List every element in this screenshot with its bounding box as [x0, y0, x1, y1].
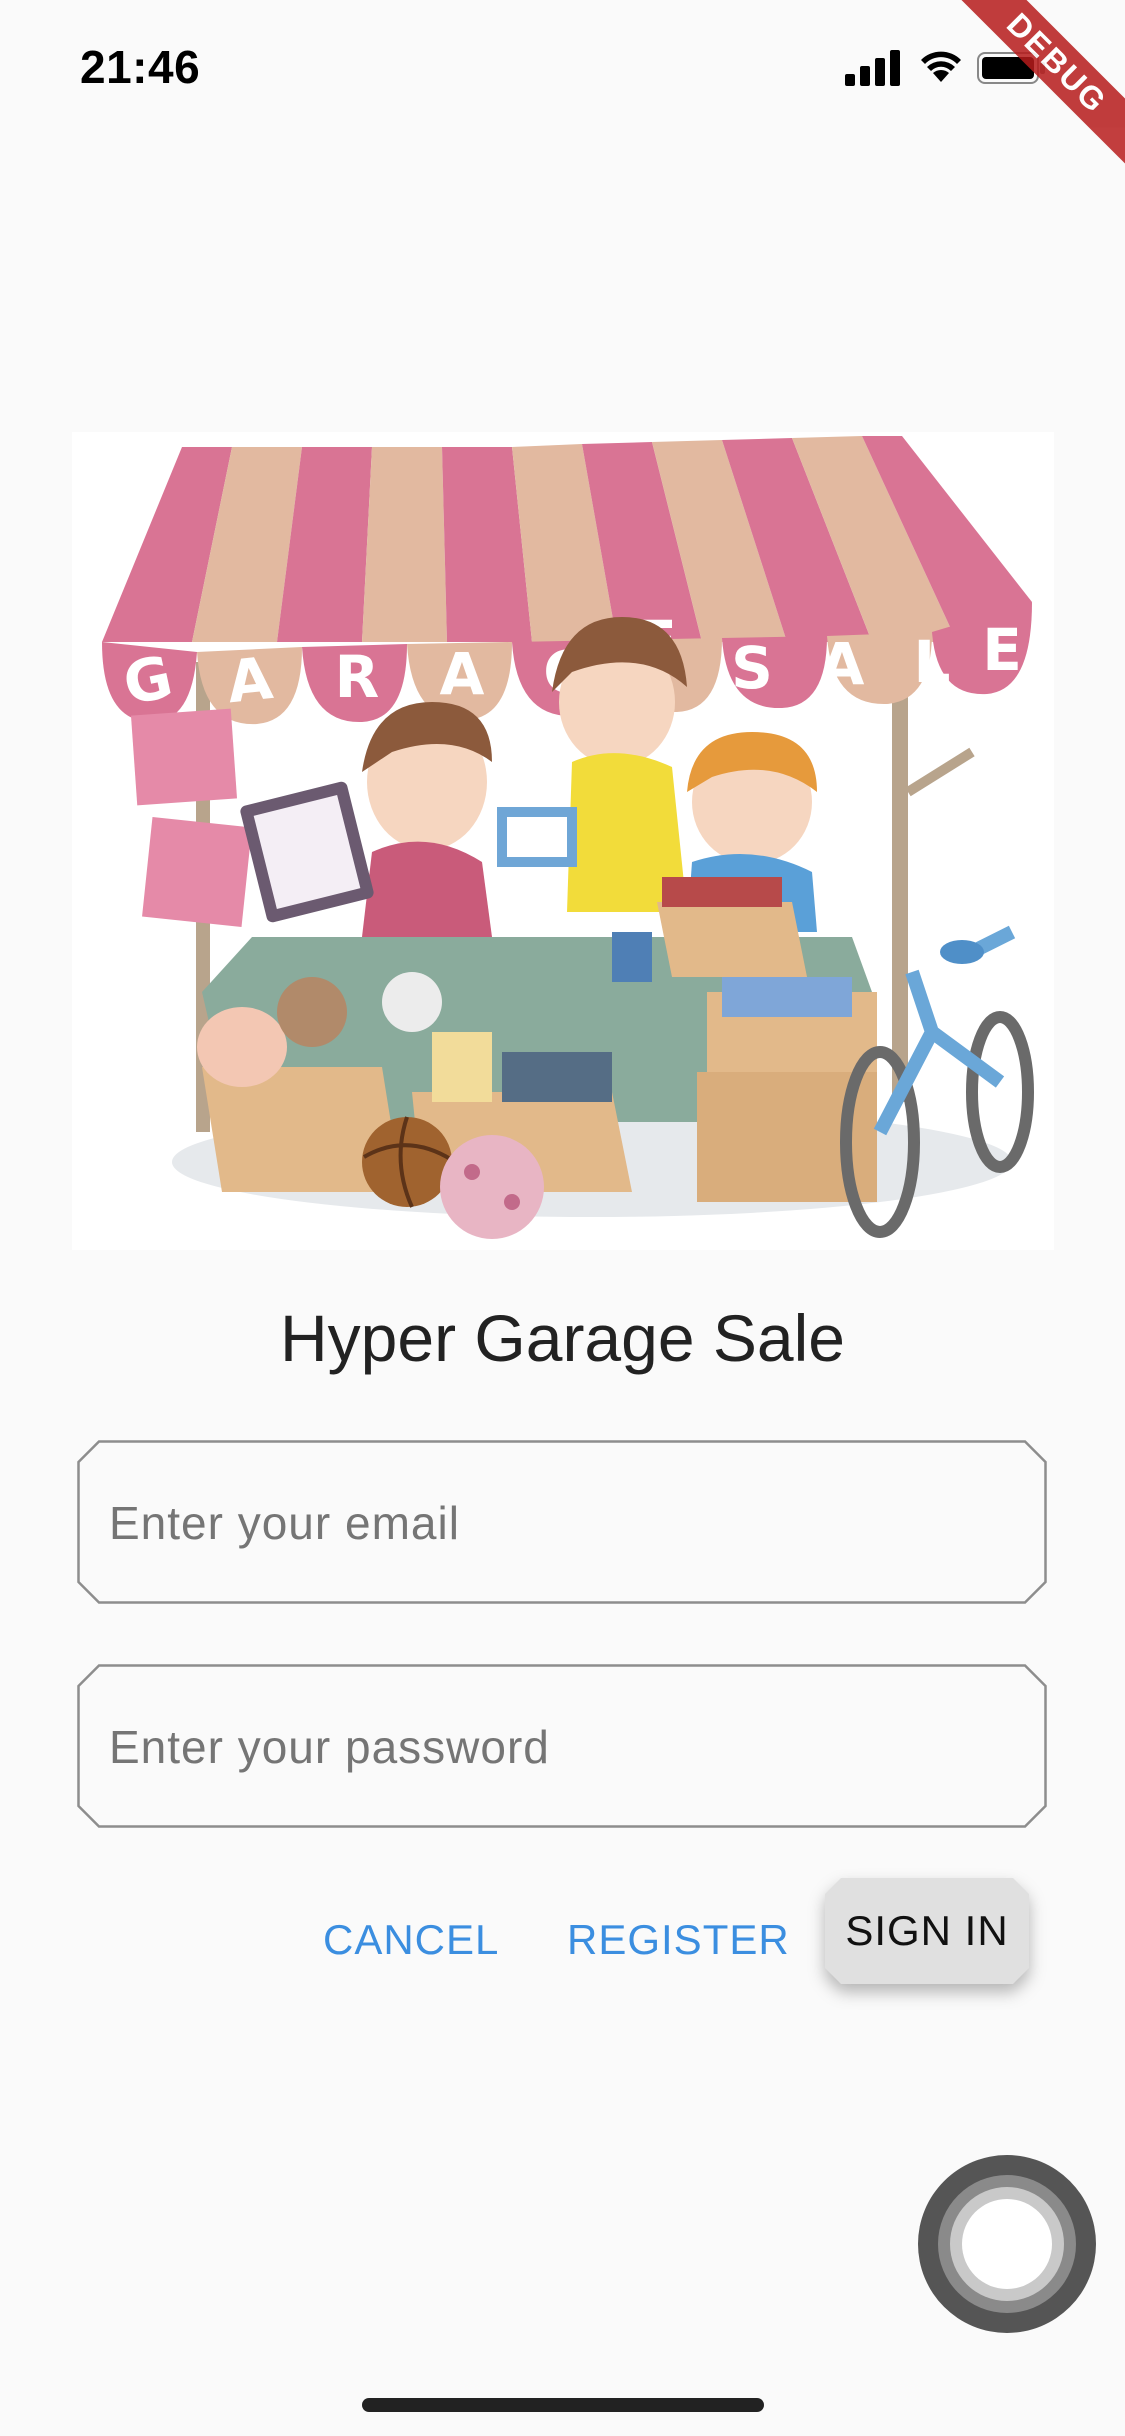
- status-time: 21:46: [80, 41, 201, 93]
- email-field[interactable]: [107, 1440, 1011, 1606]
- banner-letter: A: [820, 630, 865, 698]
- banner-letter: A: [440, 640, 485, 708]
- cancel-button[interactable]: CANCEL: [323, 1900, 499, 1980]
- home-indicator[interactable]: [362, 2398, 764, 2412]
- banner-letter: E: [982, 616, 1022, 684]
- assistive-touch-icon[interactable]: [918, 2155, 1096, 2333]
- wifi-icon: [921, 51, 961, 82]
- banner-letter: S: [731, 634, 773, 702]
- status-bar: 21:46: [0, 0, 1125, 140]
- email-field-container: [77, 1440, 1047, 1606]
- sign-in-label: SIGN IN: [845, 1907, 1009, 1954]
- banner-letter: L: [914, 628, 951, 696]
- banner-letter: R: [335, 643, 380, 711]
- app-title: Hyper Garage Sale: [280, 1301, 845, 1375]
- banner-letter: A: [224, 644, 276, 716]
- register-button[interactable]: REGISTER: [567, 1900, 790, 1980]
- signal-icon: [845, 46, 901, 90]
- sign-in-button[interactable]: SIGN IN: [825, 1878, 1029, 1984]
- password-field[interactable]: [107, 1664, 1011, 1830]
- password-field-container: [77, 1664, 1047, 1830]
- garage-sale-illustration: G A R A G E S A L E: [72, 432, 1054, 1250]
